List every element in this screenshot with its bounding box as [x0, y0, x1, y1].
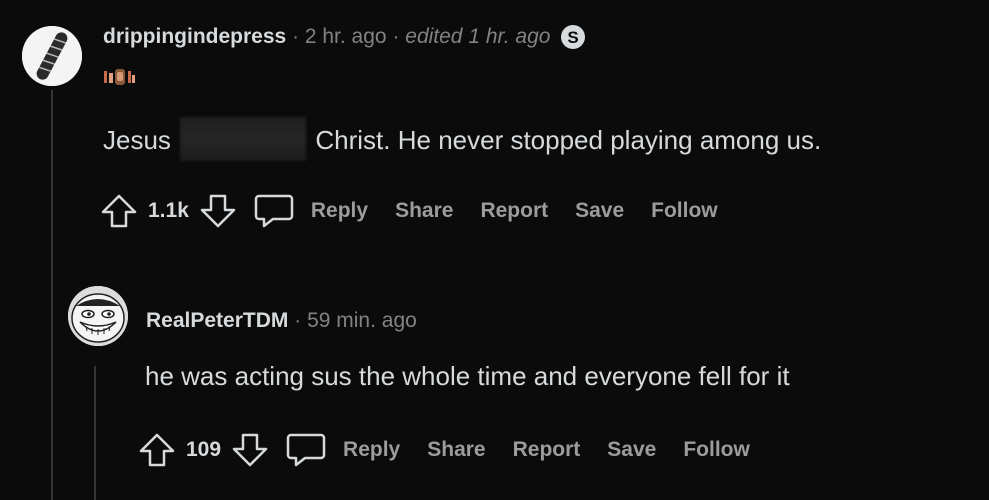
share-button[interactable]: Share [395, 199, 453, 223]
save-button[interactable]: Save [575, 199, 624, 223]
arrow-up-icon[interactable] [100, 193, 138, 229]
comment-actions: 1.1k Reply Share Report Save Follow [100, 193, 745, 229]
username[interactable]: RealPeterTDM [146, 309, 288, 333]
avatar[interactable] [22, 26, 82, 86]
separator: · [392, 25, 400, 48]
chat-bubble-icon[interactable] [253, 192, 295, 230]
chat-bubble-icon[interactable] [285, 431, 327, 469]
timestamp[interactable]: 2 hr. ago [305, 25, 387, 49]
svg-text:S: S [568, 28, 579, 47]
follow-button[interactable]: Follow [683, 438, 750, 462]
redacted-word [180, 117, 307, 161]
arrow-up-icon[interactable] [138, 432, 176, 468]
username[interactable]: drippingindepress [103, 25, 286, 49]
timestamp[interactable]: 59 min. ago [307, 309, 417, 333]
comment-text-end: Christ. He never stopped playing among u… [315, 124, 822, 155]
avatar[interactable] [68, 286, 128, 346]
comment-text: he was acting sus the whole time and eve… [145, 361, 790, 391]
reply-button[interactable]: Reply [343, 438, 400, 462]
comment-text-start: Jesus [103, 124, 171, 155]
arrow-down-icon[interactable] [231, 432, 269, 468]
follow-button[interactable]: Follow [651, 199, 718, 223]
separator: · [292, 25, 299, 48]
report-button[interactable]: Report [480, 199, 548, 223]
troll-face-avatar-image [68, 286, 128, 346]
vote-count: 1.1k [148, 199, 189, 222]
comment-body: he was acting sus the whole time and eve… [145, 361, 790, 392]
flair-emoji-icon [103, 67, 137, 92]
comment-actions: 109 Reply Share Report Save Follow [138, 432, 777, 468]
comment-meta: drippingindepress · 2 hr. ago · edited 1… [103, 22, 586, 52]
reply-button[interactable]: Reply [311, 199, 368, 223]
separator: · [294, 309, 302, 332]
save-button[interactable]: Save [607, 438, 656, 462]
thread-line-reply[interactable] [94, 366, 96, 500]
report-button[interactable]: Report [513, 438, 581, 462]
vote-count: 109 [186, 438, 222, 461]
comment-body: Jesus Christ. He never stopped playing a… [103, 117, 822, 164]
s-badge-icon: S [560, 24, 586, 50]
share-button[interactable]: Share [427, 438, 485, 462]
edited-timestamp: edited 1 hr. ago [405, 25, 551, 48]
arrow-down-icon[interactable] [199, 193, 237, 229]
avatar-image [22, 26, 82, 86]
thread-line[interactable] [51, 90, 53, 500]
comment-meta: RealPeterTDM · 59 min. ago [146, 306, 417, 336]
